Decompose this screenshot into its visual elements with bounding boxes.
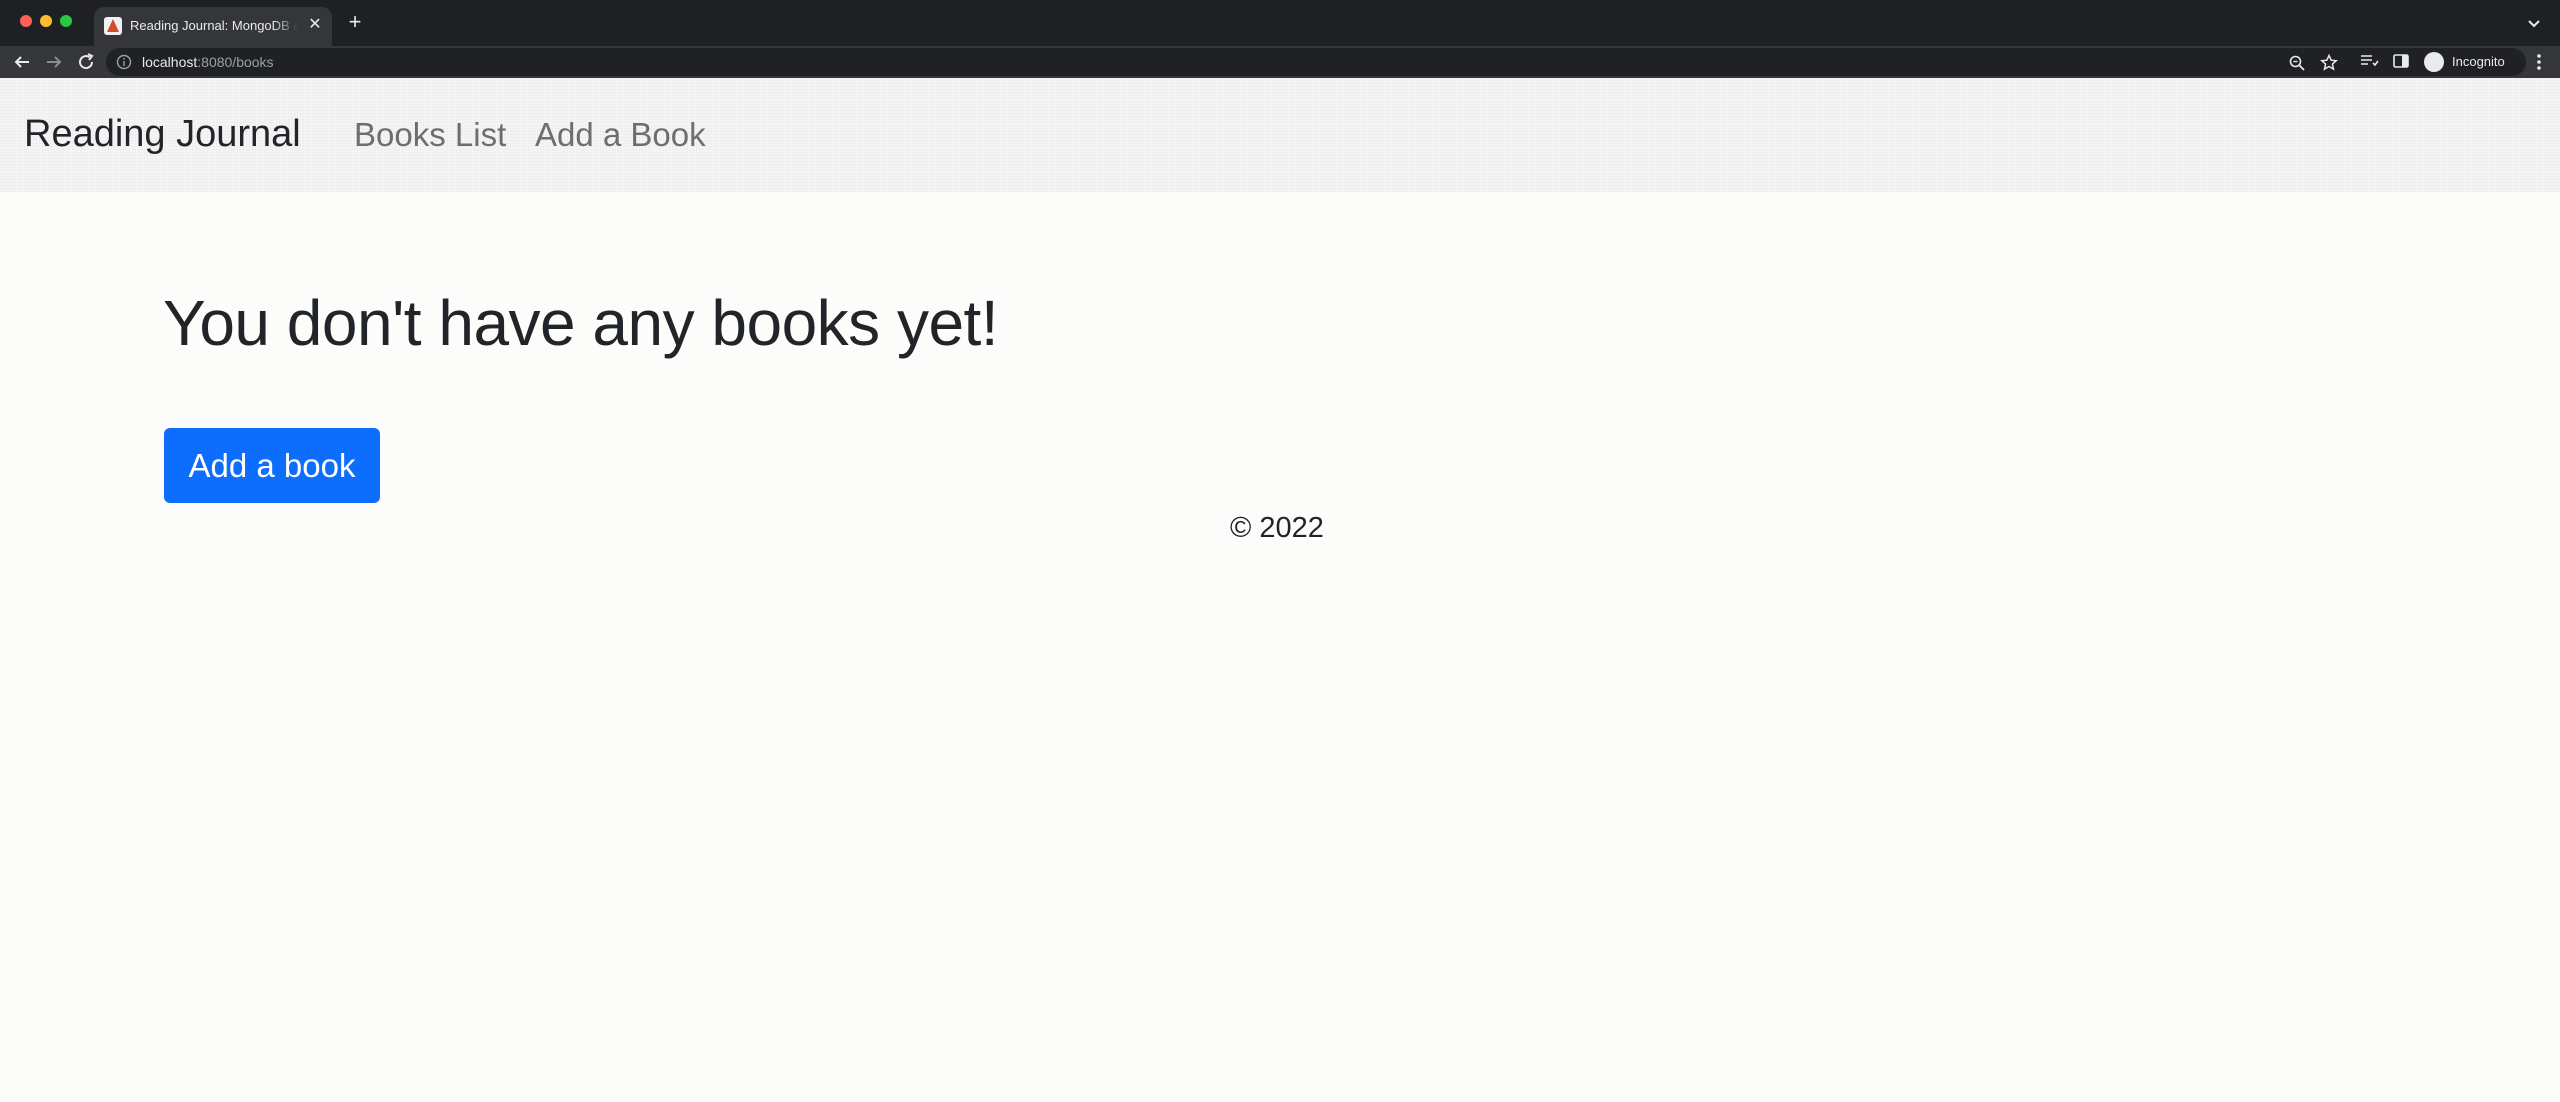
tab-strip: Reading Journal: MongoDB & Express ✕ + (0, 0, 2560, 46)
add-book-button[interactable]: Add a book (164, 428, 380, 503)
favicon-icon (104, 17, 122, 35)
new-tab-icon[interactable]: + (344, 11, 366, 33)
info-icon[interactable] (116, 54, 132, 70)
navbar-brand[interactable]: Reading Journal (24, 113, 301, 156)
footer-copyright: © 2022 (1230, 512, 1324, 544)
url-path: :8080/books (197, 54, 274, 70)
back-arrow-icon[interactable] (10, 50, 34, 74)
maximize-window-button[interactable] (60, 15, 72, 27)
url-text[interactable]: localhost:8080/books (142, 54, 274, 70)
nav-link-add-a-book[interactable]: Add a Book (535, 116, 706, 154)
browser-toolbar: localhost:8080/books Incognito (0, 46, 2560, 78)
minimize-window-button[interactable] (40, 15, 52, 27)
site-navbar: Reading Journal Books List Add a Book (0, 78, 2560, 192)
more-menu-icon[interactable] (2528, 50, 2550, 74)
chevron-down-icon[interactable] (2524, 13, 2544, 33)
address-bar[interactable]: localhost:8080/books (106, 48, 2526, 76)
url-host: localhost (142, 54, 198, 70)
nav-link-books-list[interactable]: Books List (354, 116, 506, 154)
incognito-icon (2424, 52, 2444, 72)
browser-tab[interactable]: Reading Journal: MongoDB & Express ✕ (94, 7, 332, 46)
reading-list-icon[interactable] (2358, 50, 2380, 72)
bookmark-star-icon[interactable] (2318, 52, 2340, 74)
close-window-button[interactable] (20, 15, 32, 27)
reload-icon[interactable] (74, 50, 98, 74)
tab-close-icon[interactable]: ✕ (306, 15, 324, 35)
forward-arrow-icon[interactable] (42, 50, 66, 74)
zoom-icon[interactable] (2286, 52, 2308, 74)
tab-title: Reading Journal: MongoDB & Express (130, 18, 298, 33)
incognito-profile-button[interactable]: Incognito (2420, 49, 2514, 75)
profile-label: Incognito (2452, 54, 2505, 69)
side-panel-icon[interactable] (2390, 50, 2412, 72)
empty-state-heading: You don't have any books yet! (163, 287, 999, 359)
browser-chrome: Reading Journal: MongoDB & Express ✕ + l… (0, 0, 2560, 78)
